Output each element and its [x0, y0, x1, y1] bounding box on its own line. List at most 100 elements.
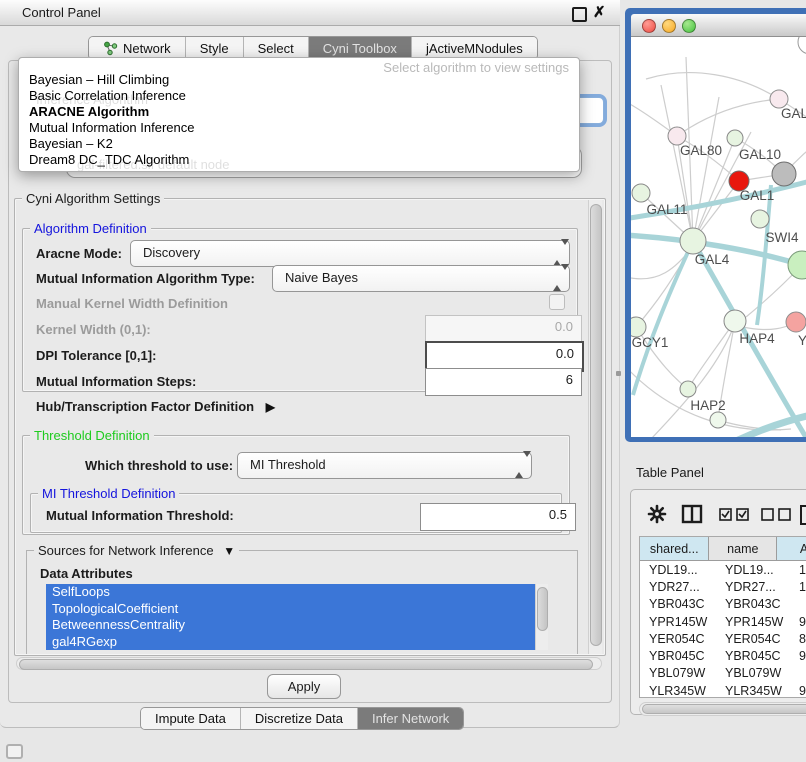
stepper-icon — [515, 457, 524, 472]
network-node[interactable] — [710, 412, 726, 428]
table-row[interactable]: YPR145WYPR145W9. — [640, 613, 806, 630]
zoom-traffic-light-icon[interactable] — [682, 19, 696, 33]
node-label: GCY1 — [632, 335, 669, 350]
gear-icon[interactable] — [647, 504, 667, 524]
tab-impute-data-label: Impute Data — [155, 711, 226, 726]
cell: YDR27... — [716, 580, 790, 594]
node-label: GAL11 — [646, 202, 687, 217]
settings-hscroll-thumb[interactable] — [19, 659, 593, 670]
list-item[interactable]: BetweennessCentrality — [46, 617, 548, 634]
tab-jactivemnodules-label: jActiveMNodules — [426, 41, 523, 56]
table-row[interactable]: YBL079WYBL079W — [640, 665, 806, 682]
cell: YER054C — [716, 632, 790, 646]
column-header-name[interactable]: name — [709, 537, 777, 560]
network-node[interactable] — [680, 228, 706, 254]
network-node[interactable] — [631, 317, 646, 337]
network-node[interactable] — [788, 251, 806, 279]
mi-threshold-field[interactable]: 0.5 — [420, 503, 576, 531]
expand-right-icon[interactable]: ▶ — [266, 400, 275, 414]
table-row[interactable]: YBR043CYBR043C — [640, 596, 806, 613]
settings-group-title: Cyni Algorithm Settings — [22, 191, 164, 206]
tab-select[interactable]: Select — [244, 37, 309, 59]
menu-item-aracne[interactable]: ARACNE Algorithm — [19, 104, 580, 120]
attributes-scrollbar[interactable] — [535, 584, 548, 650]
network-node[interactable] — [751, 210, 769, 228]
table-row[interactable]: YER054CYER054C8. — [640, 630, 806, 647]
table-header-row: shared... name A — [640, 537, 806, 561]
table-row[interactable]: YBR045CYBR045C9. — [640, 647, 806, 664]
network-node[interactable] — [632, 184, 650, 202]
mi-type-value: Naive Bayes — [285, 270, 358, 285]
table-row[interactable]: YLR345WYLR345W9. — [640, 682, 806, 698]
column-header-shared-name[interactable]: shared... — [640, 537, 709, 560]
list-item[interactable]: TopologicalCoefficient — [46, 601, 548, 618]
stepper-icon — [553, 270, 562, 285]
column-header-clipped[interactable]: A — [777, 537, 806, 560]
table-hscroll-thumb[interactable] — [642, 704, 806, 714]
cell: YBR045C — [640, 649, 716, 663]
tab-jactivemnodules[interactable]: jActiveMNodules — [412, 37, 537, 59]
hub-definition-expander[interactable]: Hub/Transcription Factor Definition ▶ — [36, 399, 275, 414]
network-node[interactable] — [680, 381, 696, 397]
network-node[interactable] — [772, 162, 796, 186]
node-label: HAP4 — [739, 331, 775, 346]
settings-vertical-scrollbar[interactable] — [588, 200, 602, 654]
cell: YDL19... — [716, 563, 790, 577]
list-item[interactable]: SelfLoops — [46, 584, 548, 601]
cell: 9. — [790, 649, 806, 663]
tab-cyni-toolbox[interactable]: Cyni Toolbox — [309, 37, 412, 59]
node-label: SWI4 — [765, 230, 798, 245]
menu-item-mutual-information[interactable]: Mutual Information Inference — [19, 120, 580, 136]
network-node[interactable] — [727, 130, 743, 146]
dpi-tolerance-label: DPI Tolerance [0,1]: — [36, 348, 156, 363]
which-threshold-combobox[interactable]: MI Threshold — [237, 452, 532, 479]
mi-type-combobox[interactable]: Naive Bayes — [272, 265, 570, 292]
network-node[interactable] — [798, 37, 806, 54]
attributes-scroll-thumb[interactable] — [537, 587, 548, 631]
network-graph: GAL GAL80 GAL10 GAL1 GAL11 SWI4 GAL4 HAP… — [631, 37, 806, 437]
cell: YLR345W — [716, 684, 790, 698]
menu-item-basic-correlation[interactable]: Basic Correlation Inference — [19, 88, 580, 104]
aracne-mode-combobox[interactable]: Discovery — [130, 240, 570, 267]
node-label: GAL80 — [680, 143, 722, 158]
node-label: GAL4 — [695, 252, 730, 267]
network-icon — [103, 41, 118, 56]
settings-horizontal-scrollbar[interactable] — [16, 657, 602, 670]
manual-kernel-checkbox[interactable] — [549, 294, 565, 310]
expand-down-icon[interactable]: ▼ — [223, 544, 235, 558]
table-row[interactable]: YDL19...YDL19...13 — [640, 561, 806, 578]
desktop-icon[interactable] — [6, 744, 23, 759]
tab-infer-network[interactable]: Infer Network — [358, 708, 463, 729]
tab-impute-data[interactable]: Impute Data — [141, 708, 241, 729]
panel-splitter-handle[interactable] — [616, 371, 621, 376]
tab-style[interactable]: Style — [186, 37, 244, 59]
kernel-width-field[interactable]: 0.0 — [425, 315, 582, 342]
table-row[interactable]: YDR27...YDR27...12 — [640, 578, 806, 595]
tab-discretize-data[interactable]: Discretize Data — [241, 708, 358, 729]
minimize-traffic-light-icon[interactable] — [662, 19, 676, 33]
close-traffic-light-icon[interactable] — [642, 19, 656, 33]
settings-vscroll-thumb[interactable] — [590, 204, 602, 646]
network-node[interactable] — [724, 310, 746, 332]
network-window-titlebar[interactable] — [631, 14, 806, 37]
cell: YDL19... — [640, 563, 716, 577]
control-panel-titlebar[interactable]: Control Panel ✗ — [0, 0, 620, 26]
close-icon[interactable]: ✗ — [593, 3, 606, 21]
network-canvas[interactable]: GAL GAL80 GAL10 GAL1 GAL11 SWI4 GAL4 HAP… — [631, 37, 806, 437]
float-window-icon[interactable] — [572, 7, 587, 22]
sources-expander[interactable]: Sources for Network Inference ▼ — [34, 543, 239, 558]
network-node[interactable] — [786, 312, 806, 332]
tab-style-label: Style — [200, 41, 229, 56]
show-checked-columns-icon[interactable] — [719, 508, 751, 521]
new-table-icon[interactable] — [799, 504, 806, 526]
split-columns-icon[interactable] — [681, 504, 703, 524]
apply-button[interactable]: Apply — [267, 674, 341, 699]
hide-columns-icon[interactable] — [761, 508, 793, 521]
menu-item-bayesian-k2[interactable]: Bayesian – K2 — [19, 136, 580, 152]
mi-steps-field[interactable]: 6 — [425, 368, 582, 396]
tab-network[interactable]: Network — [89, 37, 186, 59]
table-horizontal-scrollbar[interactable] — [639, 702, 806, 716]
menu-item-bayesian-hill-climbing[interactable]: Bayesian – Hill Climbing — [19, 72, 580, 88]
list-item[interactable]: gal4RGexp — [46, 634, 548, 651]
menu-item-dream8[interactable]: Dream8 DC_TDC Algorithm — [19, 152, 580, 168]
